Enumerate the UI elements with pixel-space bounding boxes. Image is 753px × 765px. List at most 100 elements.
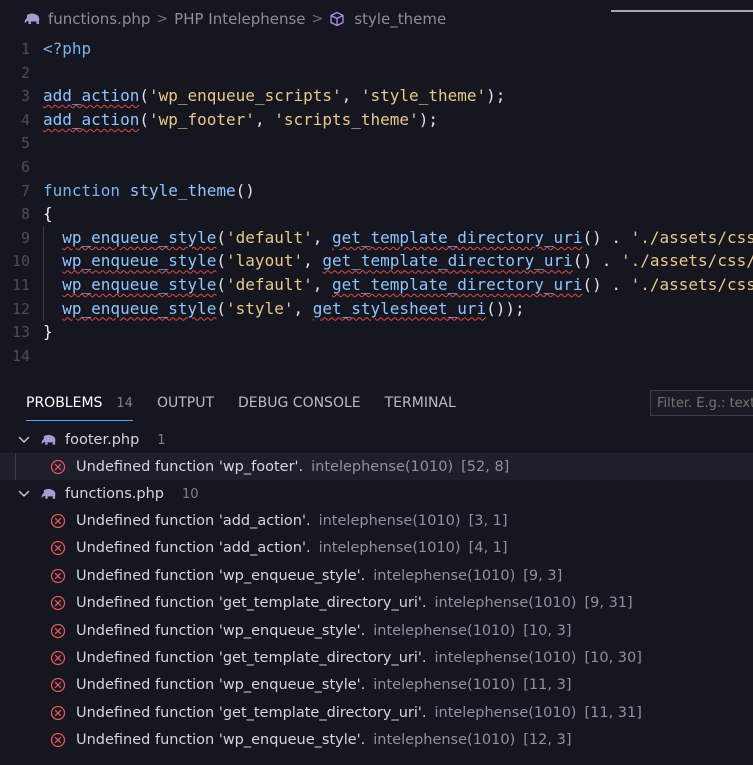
code-editor[interactable]: 1 <?php 2 3 add_action ( 'wp_enqueue_scripts',… [0, 37, 753, 375]
line-number: 10 [11, 252, 30, 271]
problem-message: Undefined function 'wp_enqueue_style'. [76, 677, 366, 694]
problem-position: [10, 3] [523, 622, 572, 639]
code-text: { [43, 202, 53, 226]
code-token: wp_enqueue_style [62, 298, 217, 318]
tab-problems[interactable]: PROBLEMS 14 [26, 380, 133, 426]
code-line[interactable]: 7 function style_theme() [0, 179, 753, 203]
code-token: 'wp_enqueue_scripts' [148, 86, 342, 106]
code-line[interactable]: 5 [0, 131, 753, 155]
problem-item[interactable]: Undefined function 'wp_enqueue_style'. in… [0, 672, 753, 699]
code-token: './assets/css [630, 227, 753, 247]
tab-terminal[interactable]: TERMINAL [385, 380, 456, 426]
code-line[interactable]: 3 add_action('wp_enqueue_scripts', 'style… [0, 84, 753, 108]
problem-item[interactable]: Undefined function 'get_template_directo… [0, 590, 753, 617]
line-number: 13 [11, 323, 30, 342]
problem-item[interactable]: Undefined function 'wp_enqueue_style'. in… [0, 617, 753, 644]
problem-source: intelephense(1010) [373, 677, 516, 694]
problem-message: Undefined function 'wp_footer'. [76, 458, 304, 475]
problem-message: Undefined function 'get_template_directo… [76, 595, 427, 612]
cube-icon [330, 11, 344, 27]
line-number: 1 [20, 40, 30, 58]
code-token: , [254, 109, 275, 129]
code-line[interactable]: 4 add_action('wp_footer', 'scripts_theme'… [0, 108, 753, 132]
code-line[interactable]: 8{ [0, 202, 753, 226]
breadcrumb-separator: > [311, 11, 324, 27]
code-token: ()); [486, 298, 525, 318]
code-token: 'style_theme' [360, 86, 487, 106]
tab-label: PROBLEMS [26, 395, 103, 411]
problem-source: intelephense(1010) [434, 649, 577, 666]
tab-debug-console[interactable]: DEBUG CONSOLE [238, 380, 361, 426]
problem-position: [10, 30] [584, 649, 642, 666]
code-text: wp_enqueue_style('style', get_stylesheet… [43, 297, 525, 321]
code-token: ); [486, 86, 506, 106]
code-token: , [312, 227, 332, 247]
problem-item[interactable]: Undefined function 'get_template_directo… [0, 699, 753, 726]
code-line[interactable]: 9 wp_enqueue_style('default', get_templa… [0, 225, 753, 250]
line-number: 2 [20, 63, 30, 82]
problem-file-group[interactable]: footer.php 1 [0, 427, 753, 453]
code-token: 'default' [226, 275, 313, 294]
breadcrumb: functions.php > PHP Intelephense > style… [0, 0, 753, 38]
code-line[interactable]: 11 wp_enqueue_style('default', get_templ… [0, 273, 753, 297]
code-line[interactable]: 14 [0, 344, 753, 368]
code-text: add_action('wp_footer', 'scripts_theme')… [43, 108, 438, 132]
code-token: 'style' [226, 298, 294, 318]
problem-item[interactable]: Undefined function 'wp_enqueue_style'. in… [0, 727, 753, 754]
problem-file-name: footer.php [65, 432, 140, 448]
code-token: get_template_directory_uri [332, 275, 583, 294]
tree-guide [15, 453, 16, 480]
breadcrumb-section[interactable]: PHP Intelephense [174, 10, 305, 28]
line-number: 14 [11, 346, 30, 365]
code-token: 'scripts_theme' [274, 109, 419, 129]
problem-item[interactable]: Undefined function 'add_action'. inteleph… [0, 507, 753, 534]
problem-item[interactable]: Undefined function 'wp_enqueue_style'. in… [0, 562, 753, 589]
code-token: get_template_directory_uri [332, 227, 583, 247]
code-token: 'layout' [226, 251, 304, 271]
problem-message: Undefined function 'get_template_directo… [76, 704, 427, 721]
problems-filter-input[interactable] [650, 390, 753, 416]
tab-label: OUTPUT [156, 395, 215, 411]
code-text: <?php [43, 37, 91, 61]
error-circle-icon [50, 623, 66, 638]
code-line[interactable]: 2 [0, 61, 753, 85]
code-token: './assets/css/ [620, 251, 753, 271]
breadcrumb-separator: > [156, 11, 169, 27]
code-token: () . [582, 227, 631, 247]
code-token: ( [216, 251, 227, 271]
problem-message: Undefined function 'get_template_directo… [76, 649, 427, 666]
code-line[interactable]: 10 wp_enqueue_style('layout', get_templa… [0, 249, 753, 274]
breadcrumb-symbol[interactable]: style_theme [354, 10, 446, 28]
code-token: style_theme [129, 180, 236, 200]
code-line[interactable]: 1 <?php [0, 37, 753, 61]
code-token: ); [418, 109, 438, 129]
problem-item[interactable]: Undefined function 'wp_footer'. intelephe… [0, 453, 753, 480]
problem-source: intelephense(1010) [318, 512, 461, 529]
code-token: ( [216, 275, 227, 294]
problem-position: [3, 1] [468, 512, 508, 529]
problem-file-group[interactable]: functions.php 10 [0, 481, 753, 507]
problem-item[interactable]: Undefined function 'add_action'. inteleph… [0, 535, 753, 562]
code-token: wp_enqueue_style [62, 227, 217, 247]
problem-item[interactable]: Undefined function 'get_template_directo… [0, 644, 753, 671]
code-line[interactable]: 12 wp_enqueue_style('style', get_stylesh… [0, 296, 753, 321]
code-token: add_action [43, 86, 140, 106]
php-elephant-icon [41, 434, 56, 445]
error-circle-icon [50, 705, 66, 720]
breadcrumb-file[interactable]: functions.php [48, 10, 150, 28]
tab-output[interactable]: OUTPUT [157, 380, 214, 426]
problem-source: intelephense(1010) [311, 458, 454, 475]
code-line[interactable]: 6 [0, 155, 753, 179]
code-line[interactable]: 13} [0, 320, 753, 344]
code-text: function style_theme() [43, 179, 255, 203]
code-token: , [293, 298, 313, 318]
line-number: 9 [20, 228, 30, 247]
problem-message: Undefined function 'add_action'. [76, 540, 311, 557]
line-number: 3 [20, 87, 30, 106]
problem-message: Undefined function 'add_action'. [76, 512, 311, 529]
problem-message: Undefined function 'wp_enqueue_style'. [76, 732, 366, 749]
